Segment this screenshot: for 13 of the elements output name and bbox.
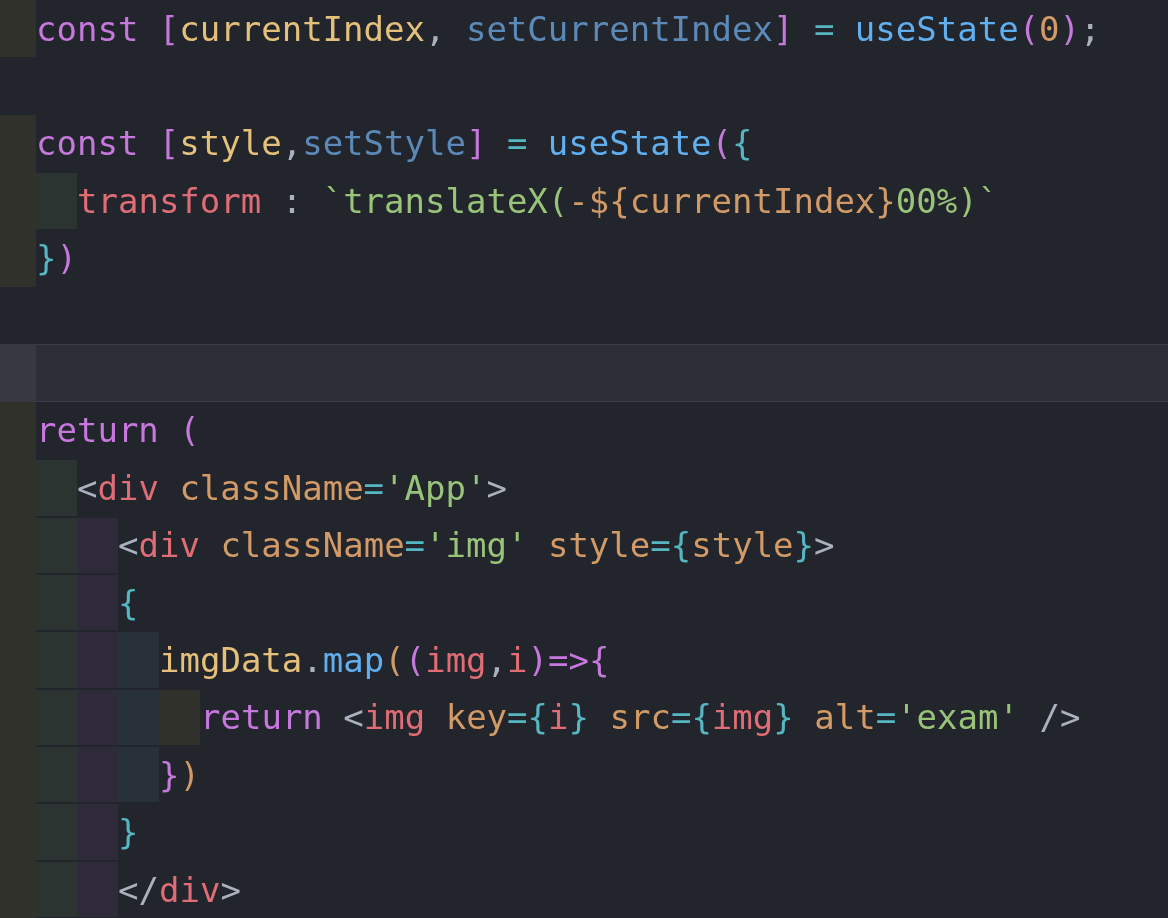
code-line: const [currentIndex, setCurrentIndex] = useState(0); [36, 7, 1101, 51]
code-line: }) [159, 753, 200, 797]
code-line: imgData.map((img,i)=>{ [159, 639, 610, 682]
code-line: }) [36, 237, 77, 281]
code-line: const [style,setStyle] = useState({ [36, 122, 753, 166]
code-line: return <img key={i} src={img} alt='exam' /> [200, 696, 1081, 740]
code-line: <div className='App'> [77, 466, 507, 510]
code-line: return ( [36, 409, 200, 453]
code-line: { [118, 581, 139, 625]
code-line: </div> [118, 868, 241, 912]
code-line: <div className='img' style={style}> [118, 524, 835, 568]
code-line: } [118, 811, 139, 855]
code-line: transform : `translateX(-${currentIndex}00%)` [77, 179, 999, 223]
